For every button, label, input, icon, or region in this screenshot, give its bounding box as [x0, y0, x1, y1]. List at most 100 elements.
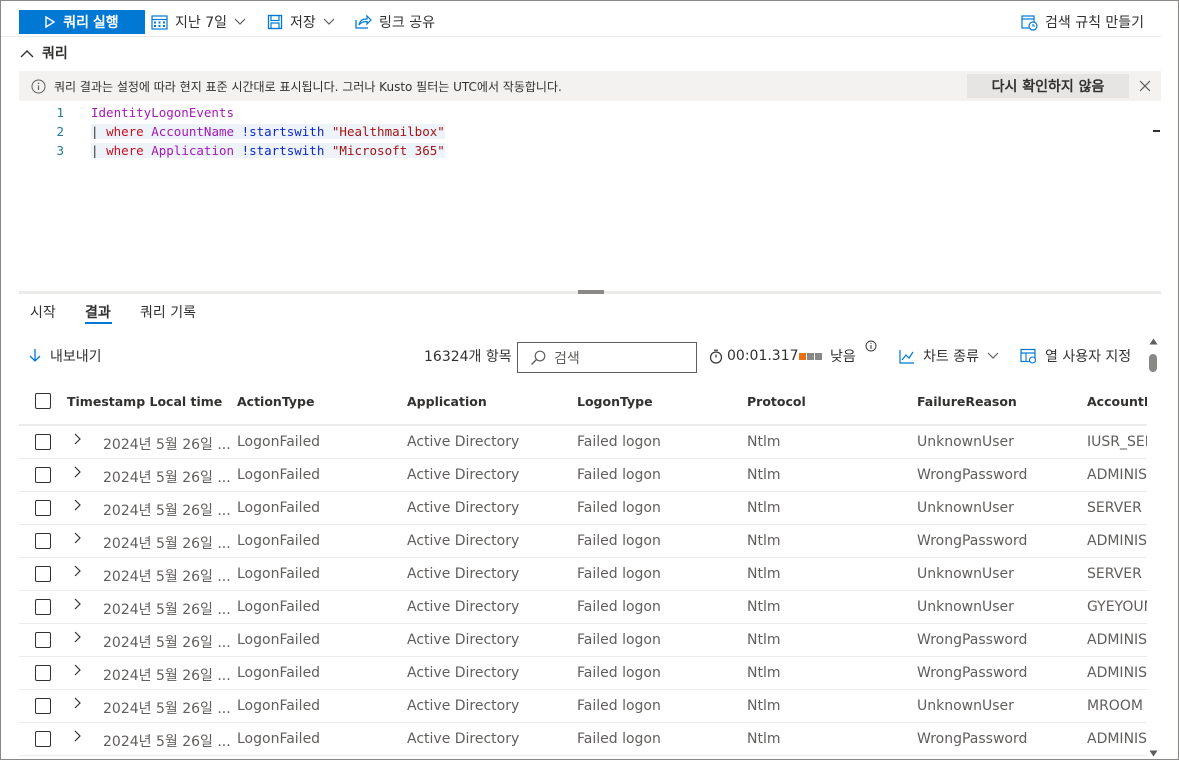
chevron-right-icon[interactable] — [73, 466, 81, 478]
query-section-toggle[interactable]: 쿼리 — [20, 43, 68, 63]
tab-results[interactable]: 결과 — [85, 302, 111, 322]
column-header[interactable]: Protocol — [747, 394, 806, 409]
timestamp-cell: 2024년 5월 26일 ... — [103, 569, 231, 585]
row-checkbox[interactable] — [35, 434, 51, 450]
editor-line: 1 IdentityLogonEvents — [40, 103, 234, 122]
results-search-input[interactable]: 검색 — [517, 342, 697, 373]
logon-type-cell: Failed logon — [577, 500, 661, 516]
action-type-cell: LogonFailed — [237, 566, 321, 582]
result-count-label: 16324개 항목 — [424, 349, 512, 365]
row-checkbox[interactable] — [35, 566, 51, 582]
operator-token: where — [106, 143, 144, 158]
logon-type-cell: Failed logon — [577, 566, 661, 582]
chevron-right-icon[interactable] — [73, 631, 81, 643]
row-checkbox[interactable] — [35, 731, 51, 747]
table-row[interactable]: 2024년 5월 26일 ... LogonFailed Active Dire… — [19, 690, 1147, 723]
chevron-right-icon[interactable] — [73, 598, 81, 610]
customize-columns-button[interactable]: 열 사용자 지정 — [1020, 344, 1131, 368]
row-checkbox[interactable] — [35, 599, 51, 615]
share-link-button[interactable]: 링크 공유 — [354, 10, 435, 34]
tab-getting-started[interactable]: 시작 — [30, 302, 56, 322]
save-dropdown[interactable]: 저장 — [267, 10, 335, 34]
row-checkbox[interactable] — [35, 698, 51, 714]
export-button[interactable]: 내보내기 — [28, 344, 102, 368]
create-detection-rule-button[interactable]: 검색 규칙 만들기 — [1021, 10, 1144, 34]
table-row[interactable]: 2024년 5월 26일 ... LogonFailed Active Dire… — [19, 558, 1147, 591]
function-token: !startswith — [241, 124, 325, 139]
chevron-right-icon[interactable] — [73, 664, 81, 676]
latency-info-icon[interactable] — [865, 340, 877, 352]
protocol-cell: Ntlm — [747, 731, 781, 747]
row-checkbox[interactable] — [35, 533, 51, 549]
chevron-right-icon[interactable] — [73, 433, 81, 445]
row-checkbox[interactable] — [35, 467, 51, 483]
editor-line: 3 | where Application !startswith "Micro… — [40, 141, 445, 160]
table-name-token: IdentityLogonEvents — [91, 105, 234, 120]
chart-type-dropdown[interactable]: 차트 종류 — [899, 344, 999, 368]
query-editor[interactable]: 1 IdentityLogonEvents 2 | where AccountN… — [40, 103, 1160, 288]
action-type-cell: LogonFailed — [237, 731, 321, 747]
failure-reason-cell: WrongPassword — [917, 632, 1028, 648]
tab-query-history[interactable]: 쿼리 기록 — [140, 302, 196, 322]
account-name-cell: SERVER — [1087, 500, 1142, 516]
string-token: "Microsoft 365" — [331, 143, 445, 158]
account-name-cell: GYEYOUN — [1087, 599, 1147, 615]
table-row[interactable]: 2024년 5월 26일 ... LogonFailed Active Dire… — [19, 492, 1147, 525]
search-icon — [531, 350, 546, 365]
chevron-right-icon[interactable] — [73, 697, 81, 709]
scroll-up-arrow-icon[interactable] — [1149, 338, 1158, 345]
line-number: 1 — [56, 105, 64, 120]
failure-reason-cell: UnknownUser — [917, 434, 1014, 450]
column-header[interactable]: LogonType — [577, 394, 653, 409]
scroll-down-arrow-icon[interactable] — [1149, 750, 1158, 757]
pipe-token: | — [91, 143, 99, 158]
dont-show-again-button[interactable]: 다시 확인하지 않음 — [967, 74, 1129, 98]
scrollbar-thumb[interactable] — [1149, 354, 1157, 372]
account-name-cell: ADMINIS — [1087, 731, 1147, 747]
results-table-header: Timestamp Local time ActionType Applicat… — [19, 386, 1147, 426]
protocol-cell: Ntlm — [747, 533, 781, 549]
query-section-title: 쿼리 — [42, 46, 68, 62]
create-detection-rule-label: 검색 규칙 만들기 — [1045, 15, 1145, 31]
table-row[interactable]: 2024년 5월 26일 ... LogonFailed Active Dire… — [19, 624, 1147, 657]
splitter-grip[interactable] — [578, 290, 604, 294]
column-header[interactable]: Timestamp Local time — [67, 394, 222, 409]
timestamp-cell: 2024년 5월 26일 ... — [103, 701, 231, 717]
time-range-dropdown[interactable]: 지난 7일 — [151, 10, 246, 34]
table-row[interactable]: 2024년 5월 26일 ... LogonFailed Active Dire… — [19, 723, 1147, 756]
info-icon — [31, 79, 46, 93]
table-row[interactable]: 2024년 5월 26일 ... LogonFailed Active Dire… — [19, 459, 1147, 492]
column-header[interactable]: FailureReason — [917, 394, 1017, 409]
chevron-right-icon[interactable] — [73, 499, 81, 511]
column-header[interactable]: ActionType — [237, 394, 314, 409]
table-row[interactable]: 2024년 5월 26일 ... LogonFailed Active Dire… — [19, 657, 1147, 690]
chevron-right-icon[interactable] — [73, 565, 81, 577]
row-checkbox[interactable] — [35, 665, 51, 681]
close-icon[interactable] — [1137, 78, 1153, 94]
columns-icon — [1020, 348, 1037, 364]
save-label: 저장 — [290, 15, 316, 31]
protocol-cell: Ntlm — [747, 467, 781, 483]
protocol-cell: Ntlm — [747, 500, 781, 516]
row-checkbox[interactable] — [35, 632, 51, 648]
share-link-label: 링크 공유 — [379, 15, 435, 31]
timestamp-cell: 2024년 5월 26일 ... — [103, 503, 231, 519]
run-query-button[interactable]: 쿼리 실행 — [19, 10, 145, 34]
function-token: !startswith — [241, 143, 325, 158]
chevron-right-icon[interactable] — [73, 730, 81, 742]
protocol-cell: Ntlm — [747, 632, 781, 648]
results-scrollbar[interactable] — [1148, 336, 1160, 758]
table-row[interactable]: 2024년 5월 26일 ... LogonFailed Active Dire… — [19, 426, 1147, 459]
active-tab-indicator — [85, 322, 112, 324]
action-type-cell: LogonFailed — [237, 599, 321, 615]
row-checkbox[interactable] — [35, 500, 51, 516]
column-header[interactable]: AccountNa — [1087, 394, 1147, 409]
table-row[interactable]: 2024년 5월 26일 ... LogonFailed Active Dire… — [19, 591, 1147, 624]
protocol-cell: Ntlm — [747, 566, 781, 582]
chevron-right-icon[interactable] — [73, 532, 81, 544]
table-row[interactable]: 2024년 5월 26일 ... LogonFailed Active Dire… — [19, 525, 1147, 558]
select-all-checkbox[interactable] — [35, 393, 51, 409]
column-header[interactable]: Application — [407, 394, 487, 409]
account-name-cell: MROOM — [1087, 698, 1143, 714]
chevron-down-icon — [987, 352, 999, 359]
